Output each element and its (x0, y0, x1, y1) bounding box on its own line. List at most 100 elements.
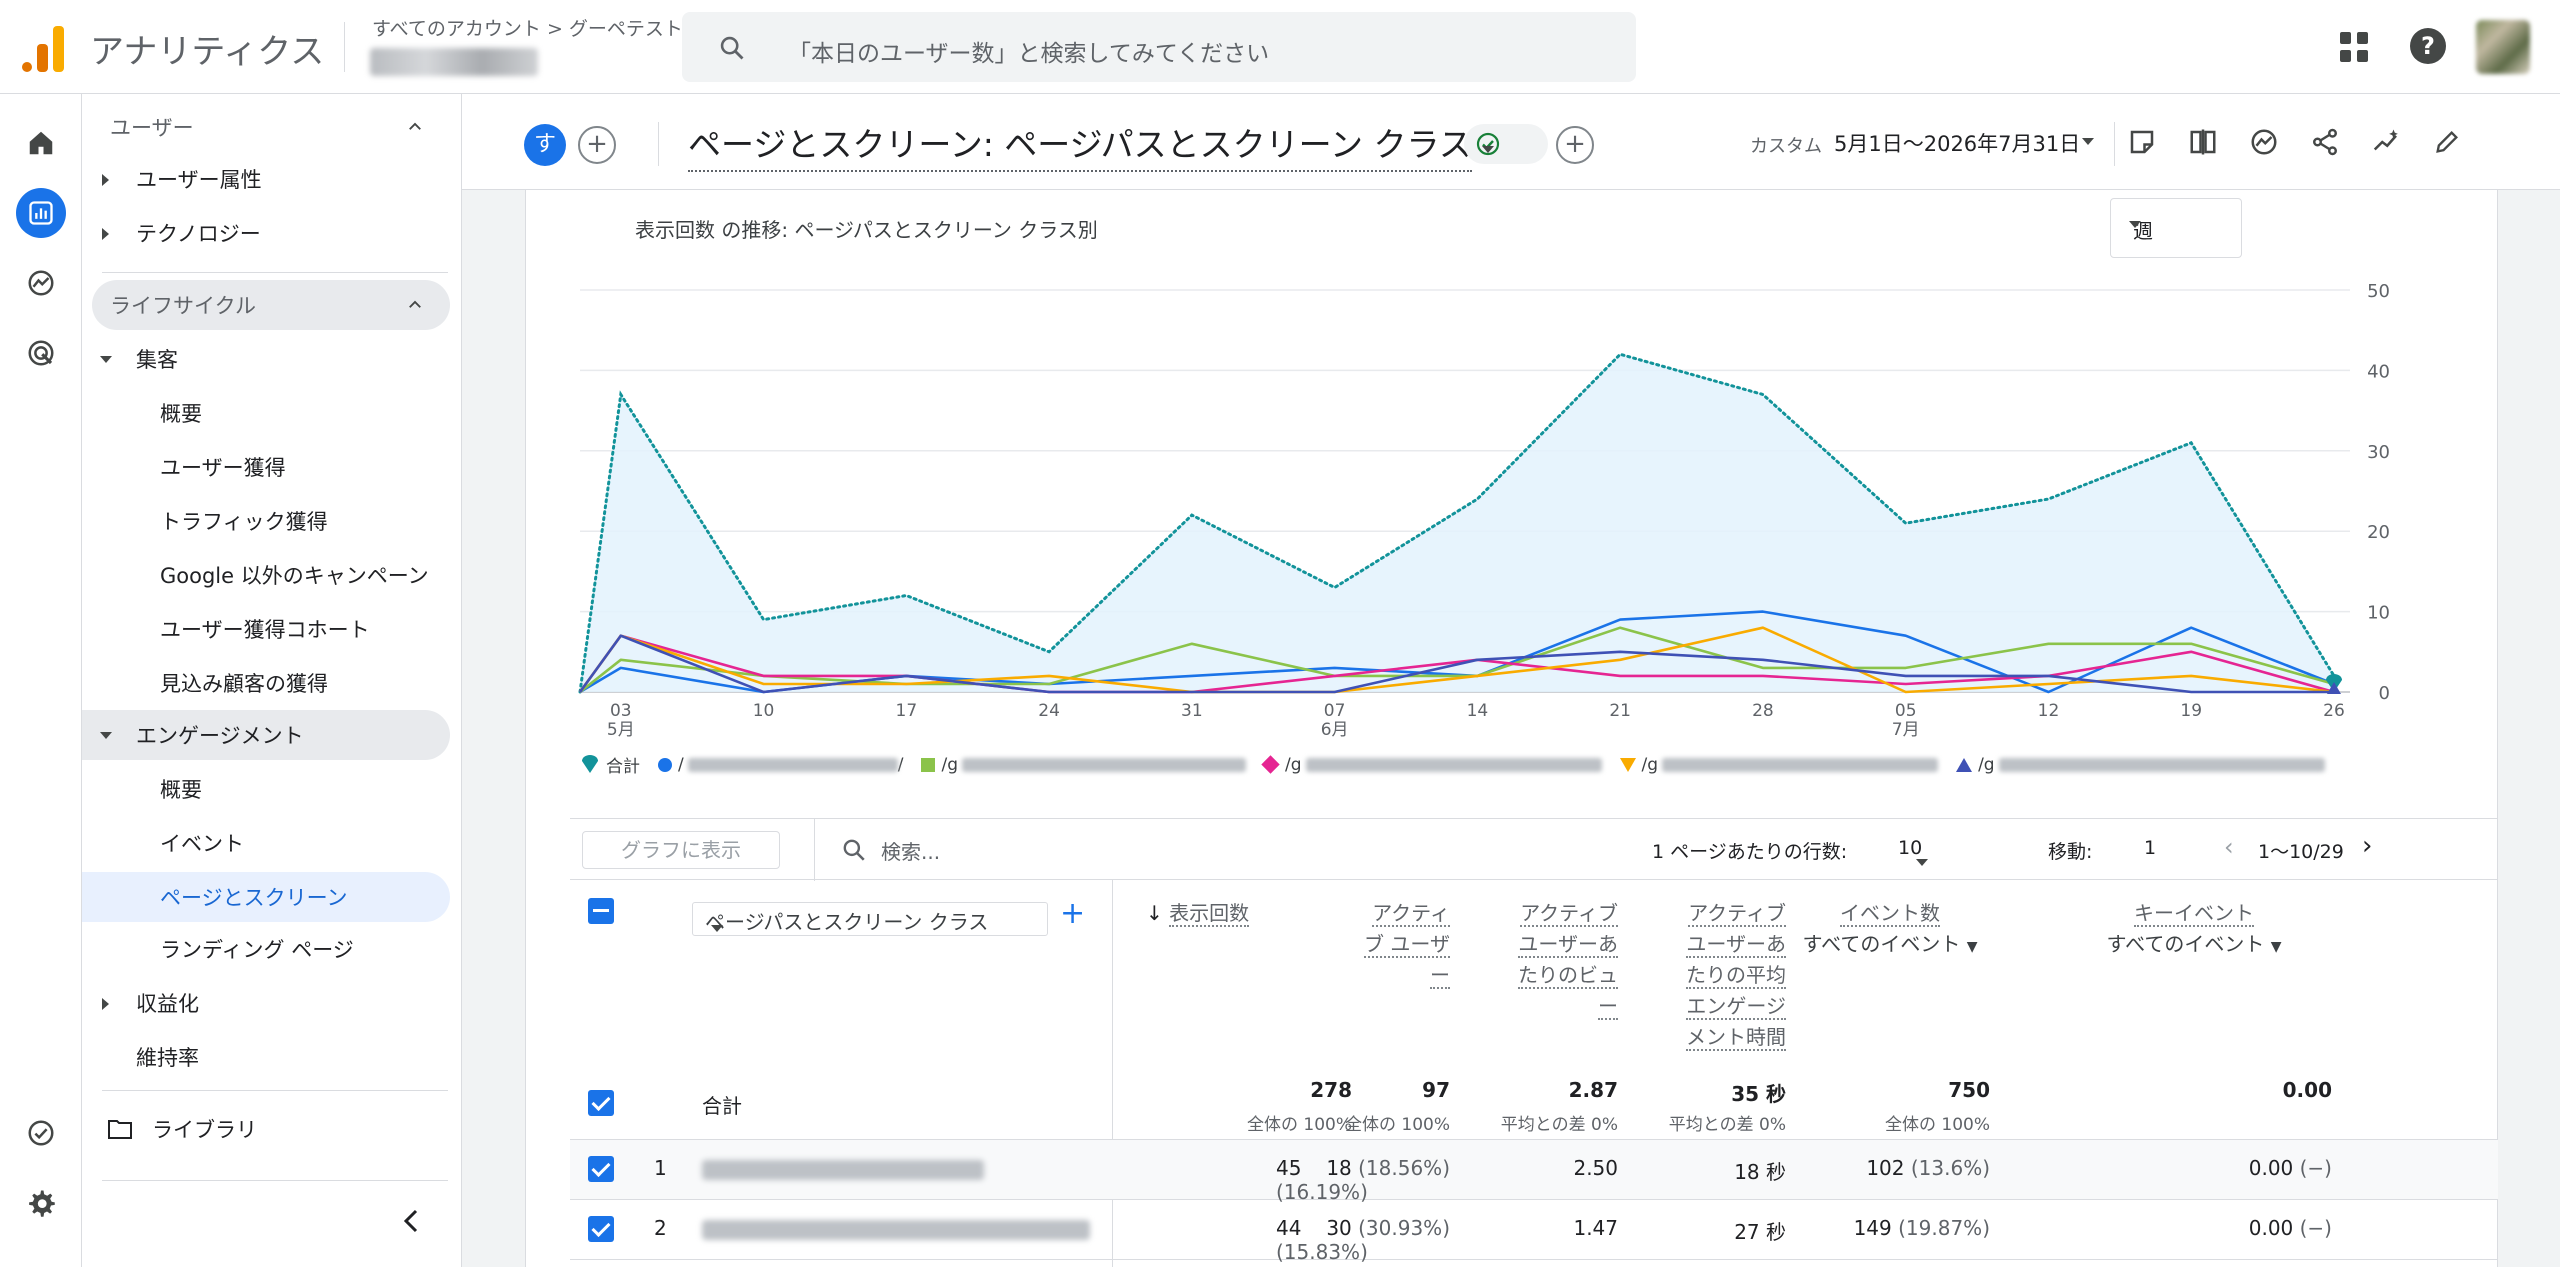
legend-label-redacted (962, 757, 1246, 772)
sidebar-section-lifecycle[interactable]: ライフサイクル (92, 280, 450, 330)
user-avatar[interactable] (2476, 20, 2530, 74)
column-header-avg-engagement[interactable]: アクティブ ユーザーあ たりの平均 エンゲージ メント時間 (1636, 898, 1786, 1053)
home-icon[interactable] (16, 118, 66, 168)
row-number: 1 (654, 1156, 667, 1180)
sidebar-item-acquisition-cohort[interactable]: ユーザー獲得コホート (82, 604, 450, 654)
collapse-arrow-icon (100, 356, 112, 363)
total-active-users: 97 (1422, 1078, 1450, 1102)
key-event-filter-select[interactable]: すべてのイベント ▼ (2094, 929, 2294, 963)
sidebar-item-demographics[interactable]: ユーザー属性 (82, 154, 450, 204)
legend-item-series-1[interactable]: / / (658, 755, 903, 775)
row-number: 2 (654, 1216, 667, 1240)
views-line-chart[interactable]: 0 10 20 30 40 50 035月 10 17 24 31 076月 14 21 28 057月 12 1… (462, 94, 2560, 814)
row-checkbox[interactable] (588, 1216, 614, 1242)
row-checkbox[interactable] (588, 1090, 614, 1116)
legend-item-series-3[interactable]: /g (1261, 755, 1602, 775)
total-views-per-user: 2.87 (1568, 1078, 1618, 1102)
sidebar-item-traffic-acquisition[interactable]: トラフィック獲得 (82, 496, 450, 546)
analytics-logo-icon[interactable] (22, 24, 64, 72)
advertising-icon[interactable] (16, 328, 66, 378)
sidebar-item-engagement[interactable]: エンゲージメント (82, 710, 450, 760)
total-event-count: 750 (1948, 1078, 1990, 1102)
row-views-per-user: 2.50 (1573, 1156, 1618, 1180)
sidebar-item-user-acquisition[interactable]: ユーザー獲得 (82, 442, 450, 492)
event-filter-select[interactable]: すべてのイベント ▼ (1790, 929, 1990, 963)
sidebar-item-library[interactable]: ライブラリ (82, 1104, 450, 1154)
legend-item-total[interactable]: 合計 (580, 752, 640, 777)
sidebar-divider (102, 272, 448, 273)
page-path-redacted[interactable] (702, 1160, 984, 1180)
search-bar[interactable]: 「本日のユーザー数」と検索してみてください (682, 12, 1636, 82)
account-breadcrumb[interactable]: すべてのアカウント > グーペテスト (372, 14, 683, 41)
y-tick-label: 50 (2367, 281, 2390, 302)
sidebar-item-retention[interactable]: 維持率 (82, 1032, 450, 1082)
row-checkbox[interactable] (588, 1156, 614, 1182)
sidebar-item-pages-screens[interactable]: ページとスクリーン (82, 872, 450, 922)
property-name-redacted[interactable] (370, 48, 538, 76)
sidebar-item-acquisition[interactable]: 集客 (82, 334, 450, 384)
x-tick-label: 12 (2038, 701, 2060, 721)
next-page-chevron-icon[interactable]: › (2362, 831, 2372, 861)
prev-page-chevron-icon[interactable]: ‹ (2224, 833, 2234, 861)
go-to-label: 移動: (2048, 841, 2093, 863)
table-search[interactable]: 検索... (814, 819, 940, 881)
search-icon (843, 839, 865, 861)
legend-label-redacted (1305, 757, 1602, 772)
total-active-users-share: 全体の 100% (1344, 1115, 1450, 1135)
settings-gear-icon[interactable] (16, 1178, 66, 1228)
sidebar-item-eng-overview[interactable]: 概要 (82, 764, 450, 814)
column-header-active-users[interactable]: アクティ ブ ユーザ ー (1310, 898, 1450, 991)
x-tick-label: 05 (1895, 701, 1917, 721)
table-row[interactable]: 2 44 (15.83%) 30 (30.93%) 1.47 27 秒 149 … (570, 1200, 2498, 1264)
x-tick-label: 10 (753, 701, 775, 721)
legend-item-series-4[interactable]: /g (1619, 755, 1939, 775)
dropdown-arrow-icon: ▼ (1966, 939, 1978, 955)
help-icon[interactable]: ? (2410, 28, 2446, 64)
x-tick-label: 31 (1181, 701, 1203, 721)
column-header-key-events[interactable]: キーイベント すべてのイベント ▼ (2094, 898, 2294, 963)
rows-per-page-select[interactable]: 10 (1898, 837, 1928, 866)
explore-icon[interactable] (16, 258, 66, 308)
expand-arrow-icon (102, 228, 109, 240)
table-controls: グラフに表示 検索... 1 ページあたりの行数: 10 移動: 1 ‹ 1～1… (570, 818, 2498, 881)
legend-item-series-2[interactable]: /g (921, 755, 1246, 775)
apps-grid-icon[interactable] (2340, 32, 2370, 62)
x-tick-label: 26 (2323, 701, 2345, 721)
table-row[interactable]: 1 45 (16.19%) 18 (18.56%) 2.50 18 秒 102 … (570, 1140, 2498, 1204)
x-tick-label: 14 (1467, 701, 1489, 721)
app-title[interactable]: アナリティクス (90, 24, 324, 73)
add-dimension-button[interactable]: + (1060, 896, 1085, 931)
y-tick-label: 40 (2367, 361, 2390, 382)
admin-check-icon[interactable] (16, 1108, 66, 1158)
sidebar-item-landing-page[interactable]: ランディング ページ (82, 924, 450, 974)
sidebar-item-acq-overview[interactable]: 概要 (82, 388, 450, 438)
main-content: す + ページとスクリーン: ページパスとスクリーン クラス + カスタム 5月… (462, 94, 2560, 1267)
dropdown-arrow-icon: ▼ (2270, 939, 2282, 955)
sidebar-item-events[interactable]: イベント (82, 818, 450, 868)
sidebar-item-technology[interactable]: テクノロジー (82, 208, 450, 258)
legend-diamond-marker (1261, 755, 1280, 774)
sidebar-item-non-google-campaigns[interactable]: Google 以外のキャンペーン (82, 550, 450, 600)
column-header-views-per-user[interactable]: アクティブ ユーザーあ たりのビュ ー (1468, 898, 1618, 1022)
row-key-events: 0.00 (−) (2248, 1156, 2332, 1180)
x-tick-label: 21 (1609, 701, 1631, 721)
table-total-row: 合計 278 全体の 100% 97 全体の 100% 2.87 平均との差 0… (570, 1066, 2498, 1140)
left-rail (0, 94, 82, 1267)
legend-label-redacted (687, 757, 898, 772)
collapse-sidebar-chevron-icon[interactable] (400, 1208, 422, 1234)
dimension-select[interactable]: ページパスとスクリーン クラス (692, 902, 1048, 936)
folder-icon (108, 1120, 132, 1139)
dropdown-arrow-icon (711, 925, 723, 932)
sidebar-section-users[interactable]: ユーザー (82, 102, 450, 152)
show-in-graph-button[interactable]: グラフに表示 (582, 831, 780, 869)
page-path-redacted[interactable] (702, 1220, 1090, 1240)
go-to-input[interactable]: 1 (2144, 837, 2156, 859)
select-all-checkbox[interactable] (588, 898, 614, 924)
sidebar-item-lead-acquisition[interactable]: 見込み顧客の獲得 (82, 658, 450, 708)
row-avg-engagement: 18 秒 (1734, 1160, 1786, 1184)
legend-item-series-5[interactable]: /g (1956, 755, 2325, 775)
row-event-count: 102 (13.6%) (1866, 1156, 1990, 1180)
reports-icon[interactable] (16, 188, 66, 238)
sidebar-item-monetization[interactable]: 収益化 (82, 978, 450, 1028)
column-header-event-count[interactable]: イベント数 すべてのイベント ▼ (1790, 898, 1990, 963)
